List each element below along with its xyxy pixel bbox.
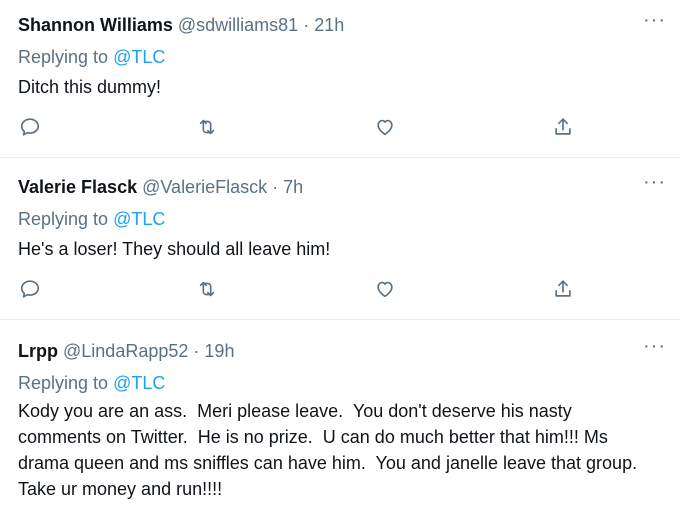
mention-link[interactable]: @TLC	[113, 373, 165, 393]
replying-label: Replying to	[18, 373, 109, 393]
tweet-text: Ditch this dummy!	[18, 77, 162, 97]
author-name[interactable]: Valerie Flasck	[18, 177, 137, 197]
replying-to: Replying to @TLC	[18, 46, 165, 68]
tweet-text: He's a loser! They should all leave him!	[18, 239, 331, 259]
reply-icon[interactable]	[19, 116, 43, 140]
replying-label: Replying to	[18, 209, 109, 229]
retweet-icon[interactable]	[196, 116, 220, 140]
like-icon[interactable]	[374, 116, 398, 140]
more-icon[interactable]: ···	[643, 336, 666, 356]
author-handle[interactable]: @ValerieFlasck	[142, 177, 267, 197]
author-handle[interactable]: @sdwilliams81	[178, 15, 298, 35]
separator: ·	[303, 15, 310, 35]
tweet[interactable]: Valerie Flasck @ValerieFlasck · 7h ··· R…	[0, 158, 680, 320]
action-bar	[0, 116, 680, 140]
mention-link[interactable]: @TLC	[113, 47, 165, 67]
tweet-header: Shannon Williams @sdwilliams81 · 21h	[18, 14, 344, 36]
author-name[interactable]: Shannon Williams	[18, 15, 173, 35]
timestamp[interactable]: 21h	[314, 15, 344, 35]
replying-to: Replying to @TLC	[18, 372, 165, 394]
mention-link[interactable]: @TLC	[113, 209, 165, 229]
more-icon[interactable]: ···	[643, 172, 666, 192]
tweet-header: Lrpp @LindaRapp52 · 19h	[18, 340, 234, 362]
like-icon[interactable]	[374, 278, 398, 302]
share-icon[interactable]	[552, 116, 576, 140]
tweet[interactable]: Shannon Williams @sdwilliams81 · 21h ···…	[0, 0, 680, 158]
share-icon[interactable]	[552, 278, 576, 302]
timestamp[interactable]: 7h	[283, 177, 303, 197]
tweet-header: Valerie Flasck @ValerieFlasck · 7h	[18, 176, 303, 198]
reply-icon[interactable]	[19, 278, 43, 302]
separator: ·	[193, 341, 200, 361]
timestamp[interactable]: 19h	[204, 341, 234, 361]
tweet-text: Kody you are an ass. Meri please leave. …	[18, 401, 647, 499]
action-bar	[0, 278, 680, 302]
author-handle[interactable]: @LindaRapp52	[63, 341, 188, 361]
replying-label: Replying to	[18, 47, 109, 67]
separator: ·	[272, 177, 279, 197]
tweet[interactable]: Lrpp @LindaRapp52 · 19h ··· Replying to …	[0, 320, 680, 512]
replying-to: Replying to @TLC	[18, 208, 165, 230]
retweet-icon[interactable]	[196, 278, 220, 302]
more-icon[interactable]: ···	[643, 10, 666, 30]
author-name[interactable]: Lrpp	[18, 341, 58, 361]
